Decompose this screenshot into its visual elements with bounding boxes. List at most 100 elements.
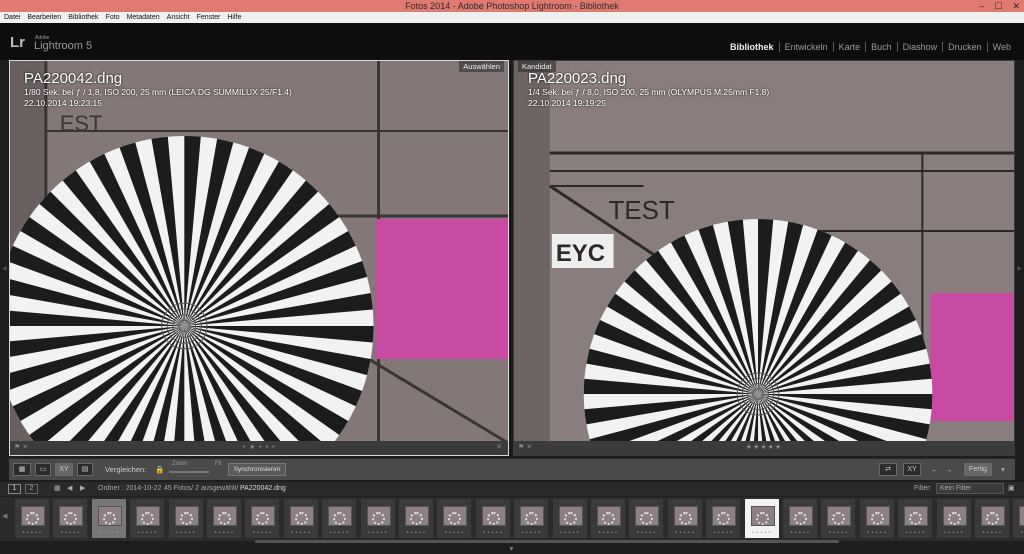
- current-file[interactable]: PA220042.dng: [240, 485, 286, 492]
- thumbnail-rating: • • • • •: [598, 530, 618, 536]
- filter-select[interactable]: Kein Filter: [936, 483, 1004, 494]
- folder-path[interactable]: Ordner : 2014-10-22: [98, 485, 161, 492]
- filmstrip-thumbnail[interactable]: • • • • •: [321, 498, 358, 539]
- close-icon[interactable]: ✕: [496, 443, 502, 451]
- menu-metadaten[interactable]: Metadaten: [127, 12, 160, 23]
- thumbnail-image: [97, 506, 122, 526]
- lock-icon[interactable]: 🔒: [155, 465, 164, 474]
- filmstrip-thumbnail[interactable]: • • • • •: [743, 498, 780, 539]
- candidate-chart-label: EYC: [556, 240, 605, 267]
- compare-view-button[interactable]: XY: [55, 463, 73, 476]
- filmstrip-thumbnail[interactable]: • • • • •: [167, 498, 204, 539]
- module-drucken[interactable]: Drucken: [942, 42, 987, 52]
- menu-datei[interactable]: Datei: [4, 12, 20, 23]
- thumbnail-image: [673, 506, 698, 526]
- close-button[interactable]: ✕: [1012, 0, 1020, 12]
- filmstrip-thumbnail[interactable]: • • • • •: [935, 498, 972, 539]
- candidate-rating[interactable]: ★★★★★: [746, 443, 782, 451]
- survey-view-icon[interactable]: ▤: [77, 463, 93, 476]
- thumbnail-rating: • • • • •: [867, 530, 887, 536]
- synchronize-button[interactable]: Synchronisieren: [228, 463, 286, 476]
- filmstrip-thumbnail[interactable]: • • • • •: [1012, 498, 1024, 539]
- filmstrip-thumbnail[interactable]: • • • • •: [244, 498, 281, 539]
- select-datetime: 22.10.2014 19:23:15: [24, 98, 102, 108]
- make-select-icon[interactable]: XY: [903, 463, 921, 476]
- window-titlebar: Fotos 2014 - Adobe Photoshop Lightroom -…: [0, 0, 1024, 12]
- filmstrip-thumbnail[interactable]: • • • • •: [398, 498, 434, 539]
- photo-count: 45 Fotos/ 2 ausgewählt/: [164, 485, 239, 492]
- minimize-button[interactable]: –: [979, 0, 984, 12]
- next-arrow-icon[interactable]: →: [945, 465, 953, 474]
- filmstrip: ◀ ▶ • • • • •• • • • •• • • • •• • • • •…: [0, 497, 1024, 541]
- filmstrip-thumbnail[interactable]: • • • • •: [551, 498, 588, 539]
- filmstrip-thumbnail[interactable]: • • • • •: [14, 498, 50, 539]
- filmstrip-thumbnail[interactable]: • • • • •: [359, 498, 396, 539]
- filmstrip-scrollbar[interactable]: [255, 540, 839, 543]
- filmstrip-thumbnail[interactable]: • • • • •: [705, 498, 742, 539]
- filmstrip-thumbnail[interactable]: • • • • •: [858, 498, 895, 539]
- identity-plate: Lr Adobe Lightroom 5 Bibliothek Entwicke…: [0, 23, 1024, 60]
- filmstrip-thumbnail[interactable]: • • • • •: [282, 498, 319, 539]
- previous-arrow-icon[interactable]: ←: [931, 465, 939, 474]
- filmstrip-thumbnail[interactable]: • • • • •: [474, 498, 511, 539]
- module-entwickeln[interactable]: Entwickeln: [778, 42, 833, 52]
- grid-view-icon[interactable]: ▦: [13, 463, 31, 476]
- filmstrip-thumbnail[interactable]: • • • • •: [897, 498, 934, 539]
- module-web[interactable]: Web: [986, 42, 1016, 52]
- main-window-button[interactable]: 1: [8, 484, 21, 494]
- thumbnail-image: [1019, 506, 1024, 526]
- filter-lock-icon[interactable]: ▣: [1008, 484, 1015, 492]
- candidate-photo-panel[interactable]: TEST EYC PA220023.dng 1/4 Sek. bei ƒ / 8…: [513, 60, 1015, 456]
- menu-bibliothek[interactable]: Bibliothek: [68, 12, 98, 23]
- flag-icon[interactable]: ⚑ ✕: [518, 443, 532, 451]
- candidate-tag: Kandidat: [518, 61, 556, 72]
- select-exposure: 1/80 Sek. bei ƒ / 1,8, ISO 200, 25 mm (L…: [24, 87, 292, 97]
- filmstrip-thumbnail[interactable]: • • • • •: [513, 498, 550, 539]
- filmstrip-thumbnail[interactable]: • • • • •: [206, 498, 242, 539]
- menu-hilfe[interactable]: Hilfe: [227, 12, 241, 23]
- done-button[interactable]: Fertig: [964, 463, 992, 476]
- module-buch[interactable]: Buch: [865, 42, 897, 52]
- filmstrip-thumbnail[interactable]: • • • • •: [436, 498, 473, 539]
- maximize-button[interactable]: ☐: [994, 0, 1002, 12]
- second-window-button[interactable]: 2: [25, 484, 38, 494]
- loupe-view-icon[interactable]: ▭: [35, 463, 51, 476]
- thumbnail-rating: • • • • •: [521, 530, 541, 536]
- back-arrow-icon[interactable]: ◀: [67, 484, 72, 492]
- filmstrip-thumbnail[interactable]: • • • • •: [129, 498, 166, 539]
- right-panel-toggle-icon[interactable]: ▶: [1017, 265, 1022, 272]
- thumbnail-image: [981, 506, 1005, 526]
- thumbnail-rating: • • • • •: [560, 530, 579, 536]
- menu-fenster[interactable]: Fenster: [197, 12, 221, 23]
- filmstrip-thumbnail[interactable]: • • • • •: [628, 498, 665, 539]
- candidate-photo-footer: ⚑ ✕ ★★★★★: [514, 441, 1014, 455]
- filmstrip-thumbnail[interactable]: • • • • •: [90, 498, 127, 539]
- select-rating[interactable]: • ★ • • •: [243, 443, 276, 451]
- filmstrip-left-icon[interactable]: ◀: [2, 512, 7, 520]
- left-panel-toggle-icon[interactable]: ◀: [2, 265, 7, 272]
- filmstrip-thumbnail[interactable]: • • • • •: [590, 498, 626, 539]
- filmstrip-thumbnail[interactable]: • • • • •: [666, 498, 703, 539]
- filmstrip-thumbnail[interactable]: • • • • •: [782, 498, 818, 539]
- thumbnail-rating: • • • • •: [675, 530, 695, 536]
- select-photo-panel[interactable]: EST PA220042.dng 1/80 Sek. bei ƒ / 1,8, …: [9, 60, 509, 456]
- menu-foto[interactable]: Foto: [106, 12, 120, 23]
- module-karte[interactable]: Karte: [832, 42, 866, 52]
- fit-label: Fit: [215, 461, 222, 467]
- thumbnail-rating: • • • • •: [176, 530, 195, 536]
- filmstrip-toggle-icon[interactable]: ▼: [508, 546, 515, 553]
- filmstrip-thumbnail[interactable]: • • • • •: [974, 498, 1010, 539]
- swap-icon[interactable]: ⇄: [879, 463, 897, 476]
- menu-bar: Datei Bearbeiten Bibliothek Foto Metadat…: [0, 12, 1024, 23]
- forward-arrow-icon[interactable]: ▶: [80, 484, 85, 492]
- flag-icon[interactable]: ⚑ ✕: [14, 443, 28, 451]
- grid-icon[interactable]: ▦: [54, 484, 61, 492]
- filmstrip-thumbnail[interactable]: • • • • •: [52, 498, 89, 539]
- menu-bearbeiten[interactable]: Bearbeiten: [27, 12, 61, 23]
- module-bibliothek[interactable]: Bibliothek: [725, 42, 779, 52]
- filmstrip-thumbnail[interactable]: • • • • •: [820, 498, 857, 539]
- zoom-slider[interactable]: [169, 471, 209, 473]
- module-diashow[interactable]: Diashow: [896, 42, 943, 52]
- toolbar-menu-icon[interactable]: ▾: [1001, 465, 1005, 474]
- menu-ansicht[interactable]: Ansicht: [167, 12, 190, 23]
